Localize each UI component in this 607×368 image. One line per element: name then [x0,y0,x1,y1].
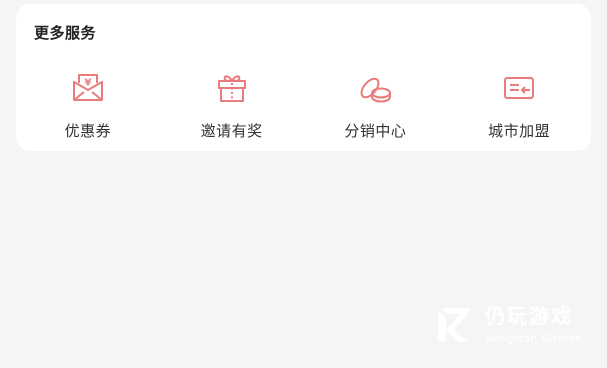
service-item-distribution[interactable]: 分销中心 [304,70,448,141]
watermark-logo-icon [438,308,472,342]
svg-text:¥: ¥ [84,78,91,89]
watermark-subtitle: Rengwan Games [485,332,582,345]
section-title: 更多服务 [34,24,97,42]
service-item-invite[interactable]: 邀请有奖 [160,70,304,141]
gift-icon [217,75,246,102]
coupon-icon: ¥ [72,74,103,101]
service-label: 分销中心 [344,122,407,140]
service-item-coupon[interactable]: ¥ 优惠券 [16,70,160,141]
coins-icon [360,77,392,103]
service-label: 邀请有奖 [200,122,263,140]
service-label: 优惠券 [64,122,112,140]
service-item-franchise[interactable]: 城市加盟 [447,70,591,141]
watermark-name: 仍玩游戏 [485,304,573,328]
more-services-card: 更多服务 ¥ 优惠券 邀请有奖 分销中心 城市加盟 [16,4,591,151]
service-label: 城市加盟 [488,122,551,140]
card-icon [504,77,535,99]
watermark: 仍玩游戏 Rengwan Games [432,300,602,350]
services-row: ¥ 优惠券 邀请有奖 分销中心 城市加盟 [16,70,591,141]
